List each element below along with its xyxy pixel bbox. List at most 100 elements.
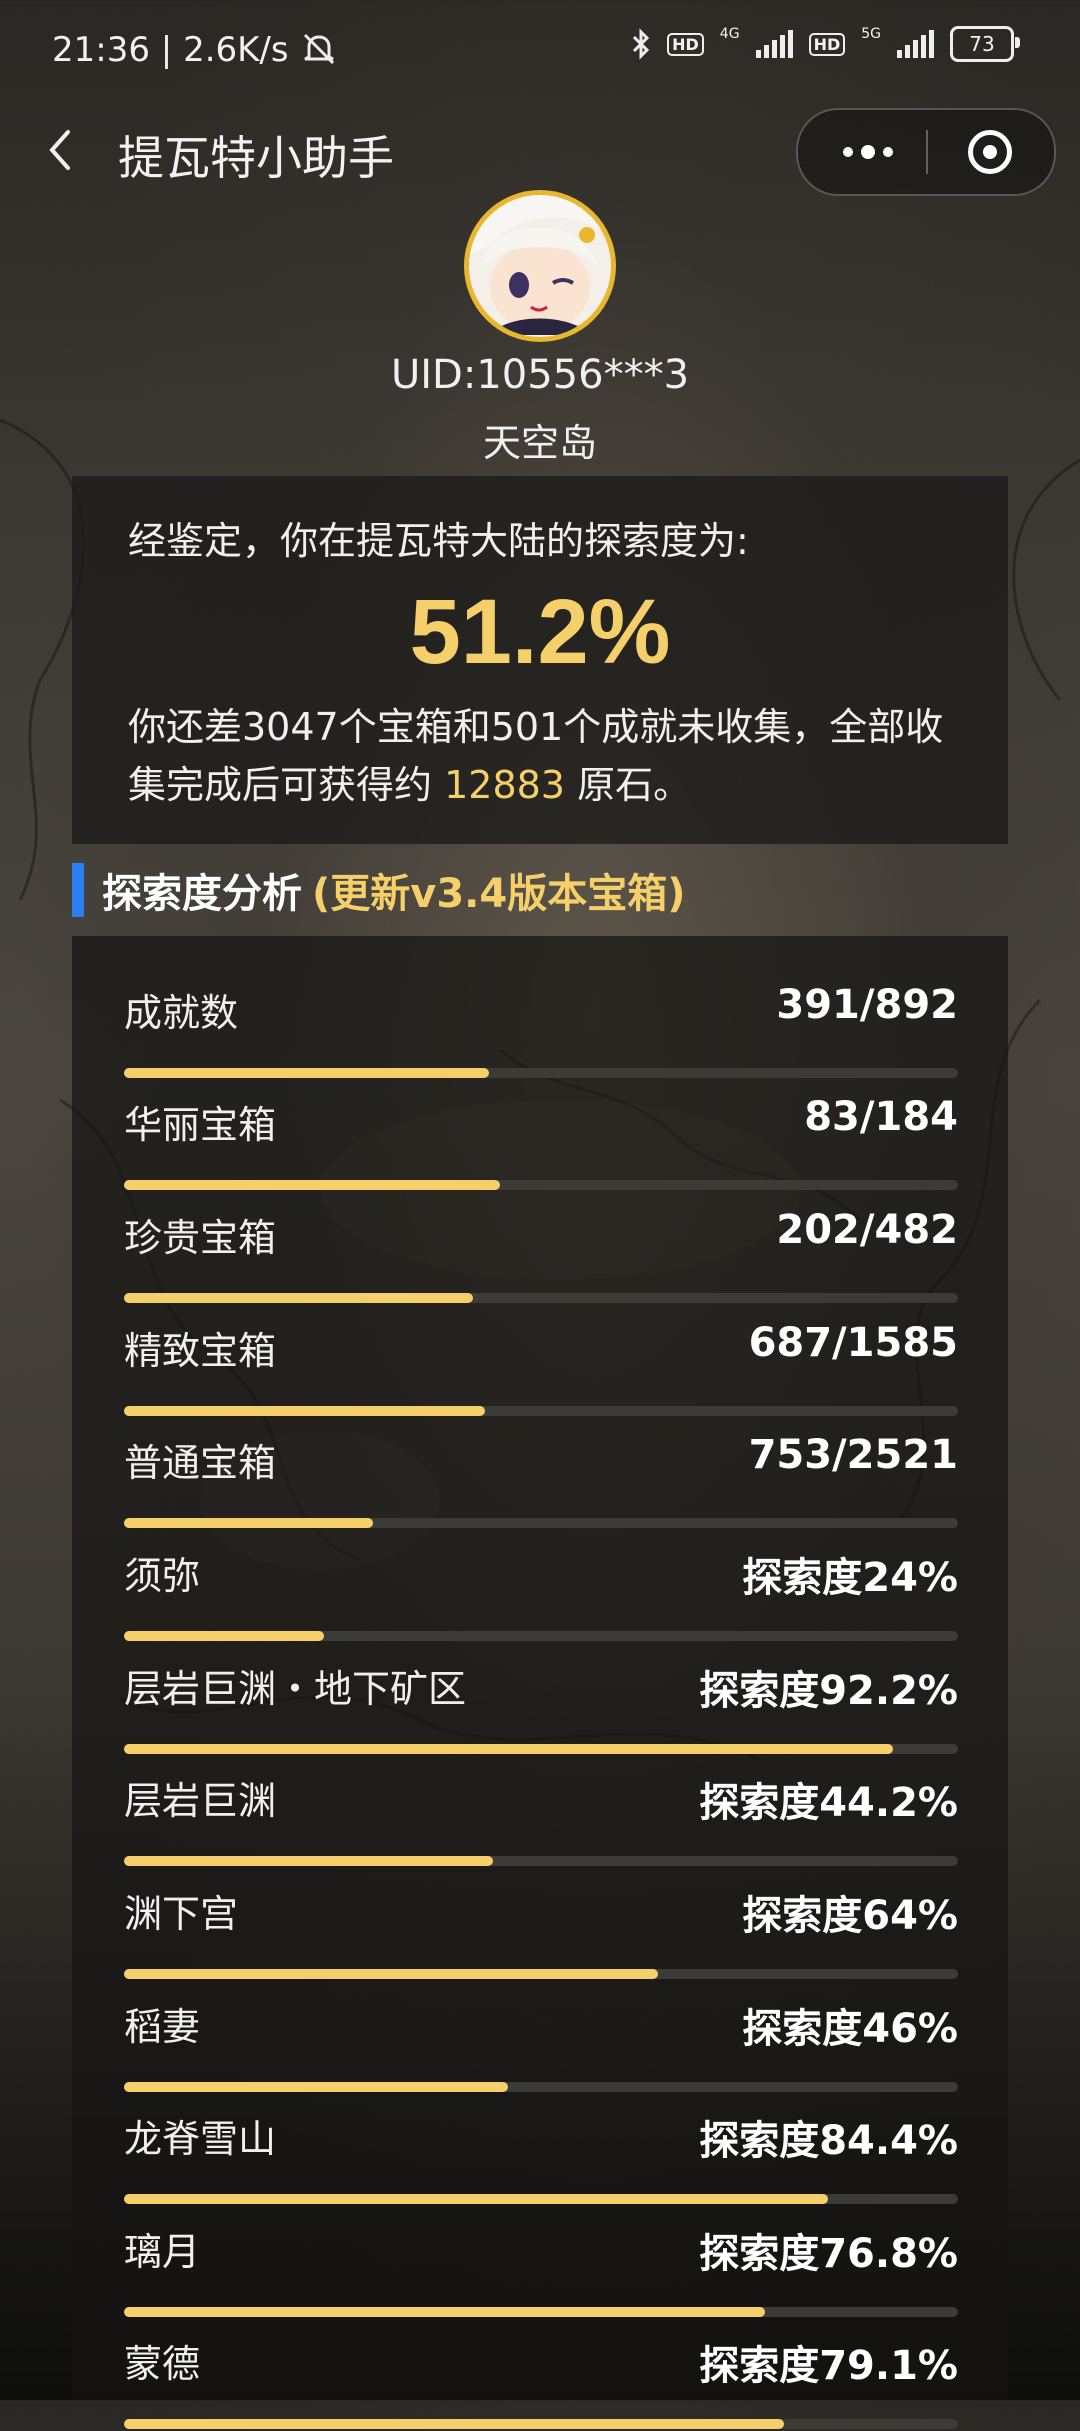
stat-value: 探索度64% bbox=[742, 1893, 958, 1939]
progress-fill bbox=[124, 1406, 486, 1416]
clock: 21:36 bbox=[52, 30, 150, 70]
stat-row: 须弥 探索度24% bbox=[124, 1531, 958, 1643]
progress-track bbox=[124, 1631, 958, 1641]
stat-label: 渊下宫 bbox=[124, 1892, 239, 1936]
progress-track bbox=[124, 1856, 958, 1866]
progress-track bbox=[124, 1180, 958, 1190]
progress-fill bbox=[124, 2194, 828, 2204]
progress-track bbox=[124, 1744, 958, 1754]
progress-track bbox=[124, 1406, 958, 1416]
hd-badge-1: HD bbox=[667, 32, 704, 56]
signal-icon-2 bbox=[897, 30, 934, 58]
stat-value: 探索度46% bbox=[742, 2006, 958, 2052]
stats-card: 成就数 391/892 华丽宝箱 83/184 珍贵宝箱 202/482 精致宝… bbox=[72, 936, 1008, 2429]
stat-label: 珍贵宝箱 bbox=[124, 1216, 277, 1260]
hd-badge-2: HD bbox=[808, 32, 846, 56]
stat-label: 精致宝箱 bbox=[124, 1329, 277, 1373]
user-uid: UID:10556***3 bbox=[390, 352, 690, 398]
stat-label: 成就数 bbox=[124, 991, 239, 1035]
stat-label: 稻妻 bbox=[124, 2005, 201, 2049]
stat-label: 璃月 bbox=[124, 2230, 201, 2274]
stat-row: 蒙德 探索度79.1% bbox=[124, 2319, 958, 2431]
progress-track bbox=[124, 2194, 958, 2204]
server-name: 天空岛 bbox=[482, 421, 597, 465]
progress-track bbox=[124, 2082, 958, 2092]
stat-row: 稻妻 探索度46% bbox=[124, 1982, 958, 2094]
section-title: 探索度分析 bbox=[102, 871, 302, 917]
stat-value: 202/482 bbox=[776, 1207, 958, 1253]
stat-value: 探索度76.8% bbox=[699, 2231, 958, 2277]
progress-fill bbox=[124, 2307, 765, 2317]
stat-value: 探索度92.2% bbox=[699, 1668, 958, 1714]
mute-bell-icon bbox=[304, 33, 335, 65]
summary-card: 经鉴定，你在提瓦特大陆的探索度为: 51.2% 你还差3047个宝箱和501个成… bbox=[72, 476, 1008, 844]
progress-fill bbox=[124, 1068, 490, 1078]
network-5g: 5G bbox=[861, 26, 881, 42]
stat-row: 渊下宫 探索度64% bbox=[124, 1869, 958, 1981]
stat-value: 探索度79.1% bbox=[699, 2343, 958, 2389]
total-exploration-percent: 51.2% bbox=[409, 581, 671, 683]
stat-value: 探索度84.4% bbox=[699, 2118, 958, 2164]
status-time: 21:36 | 2.6K/s bbox=[52, 30, 339, 70]
stat-label: 华丽宝箱 bbox=[124, 1103, 277, 1147]
progress-fill bbox=[124, 1180, 501, 1190]
primogem-count: 12883 bbox=[444, 763, 565, 807]
target-circle-icon[interactable] bbox=[968, 130, 1012, 174]
section-marker bbox=[72, 863, 84, 917]
section-header: 探索度分析 (更新v3.4版本宝箱) bbox=[72, 862, 686, 918]
battery-icon: 73 bbox=[950, 26, 1020, 62]
progress-fill bbox=[124, 1518, 374, 1528]
progress-track bbox=[124, 1969, 958, 1979]
stat-label: 层岩巨渊 bbox=[124, 1779, 277, 1823]
bluetooth-icon bbox=[633, 28, 650, 60]
stat-value: 83/184 bbox=[804, 1094, 958, 1140]
section-note: (更新v3.4版本宝箱) bbox=[312, 871, 686, 917]
network-speed: 2.6K/s bbox=[183, 30, 289, 70]
progress-fill bbox=[124, 2419, 784, 2429]
progress-fill bbox=[124, 1744, 893, 1754]
progress-track bbox=[124, 1518, 958, 1528]
summary-description: 你还差3047个宝箱和501个成就未收集，全部收集完成后可获得约 12883 原… bbox=[128, 698, 968, 814]
progress-fill bbox=[124, 2082, 508, 2092]
stat-row: 精致宝箱 687/1585 bbox=[124, 1306, 958, 1418]
nav-bar: 提瓦特小助手 bbox=[0, 100, 1080, 200]
stat-value: 753/2521 bbox=[748, 1432, 958, 1478]
signal-icon-1 bbox=[755, 30, 793, 58]
summary-lead: 经鉴定，你在提瓦特大陆的探索度为: bbox=[128, 519, 749, 563]
status-bar: 21:36 | 2.6K/s HD 4G HD 5G 73 bbox=[0, 0, 1080, 100]
progress-track bbox=[124, 1068, 958, 1078]
progress-track bbox=[124, 2307, 958, 2317]
stat-value: 探索度24% bbox=[742, 1555, 958, 1601]
stat-label: 普通宝箱 bbox=[124, 1441, 277, 1485]
stat-row: 龙脊雪山 探索度84.4% bbox=[124, 2094, 958, 2206]
stat-row: 层岩巨渊 探索度44.2% bbox=[124, 1756, 958, 1868]
progress-fill bbox=[124, 1293, 474, 1303]
stat-label: 层岩巨渊・地下矿区 bbox=[124, 1667, 467, 1711]
stat-value: 探索度44.2% bbox=[699, 1780, 958, 1826]
summary-text-part2: 原石。 bbox=[564, 763, 692, 807]
stat-value: 687/1585 bbox=[748, 1320, 958, 1366]
progress-track bbox=[124, 1293, 958, 1303]
stat-row: 层岩巨渊・地下矿区 探索度92.2% bbox=[124, 1644, 958, 1756]
stat-row: 璃月 探索度76.8% bbox=[124, 2207, 958, 2319]
stat-row: 成就数 391/892 bbox=[124, 968, 958, 1080]
capsule-divider bbox=[926, 130, 928, 174]
progress-track bbox=[124, 2419, 958, 2429]
stat-row: 普通宝箱 753/2521 bbox=[124, 1418, 958, 1530]
progress-fill bbox=[124, 1631, 325, 1641]
chevron-left-icon[interactable] bbox=[40, 122, 80, 178]
network-4g: 4G bbox=[719, 26, 740, 42]
miniprogram-capsule bbox=[796, 108, 1056, 196]
status-icons: HD 4G HD 5G 73 bbox=[631, 26, 1020, 62]
more-dots-icon[interactable] bbox=[828, 110, 908, 194]
stat-row: 华丽宝箱 83/184 bbox=[124, 1080, 958, 1192]
stat-row: 珍贵宝箱 202/482 bbox=[124, 1193, 958, 1305]
progress-fill bbox=[124, 1969, 658, 1979]
stat-value: 391/892 bbox=[776, 982, 958, 1028]
battery-level: 73 bbox=[969, 32, 995, 56]
stat-label: 龙脊雪山 bbox=[124, 2117, 277, 2161]
page-title: 提瓦特小助手 bbox=[118, 131, 394, 185]
stat-label: 蒙德 bbox=[124, 2342, 201, 2386]
stat-label: 须弥 bbox=[124, 1554, 201, 1598]
avatar bbox=[464, 190, 616, 342]
